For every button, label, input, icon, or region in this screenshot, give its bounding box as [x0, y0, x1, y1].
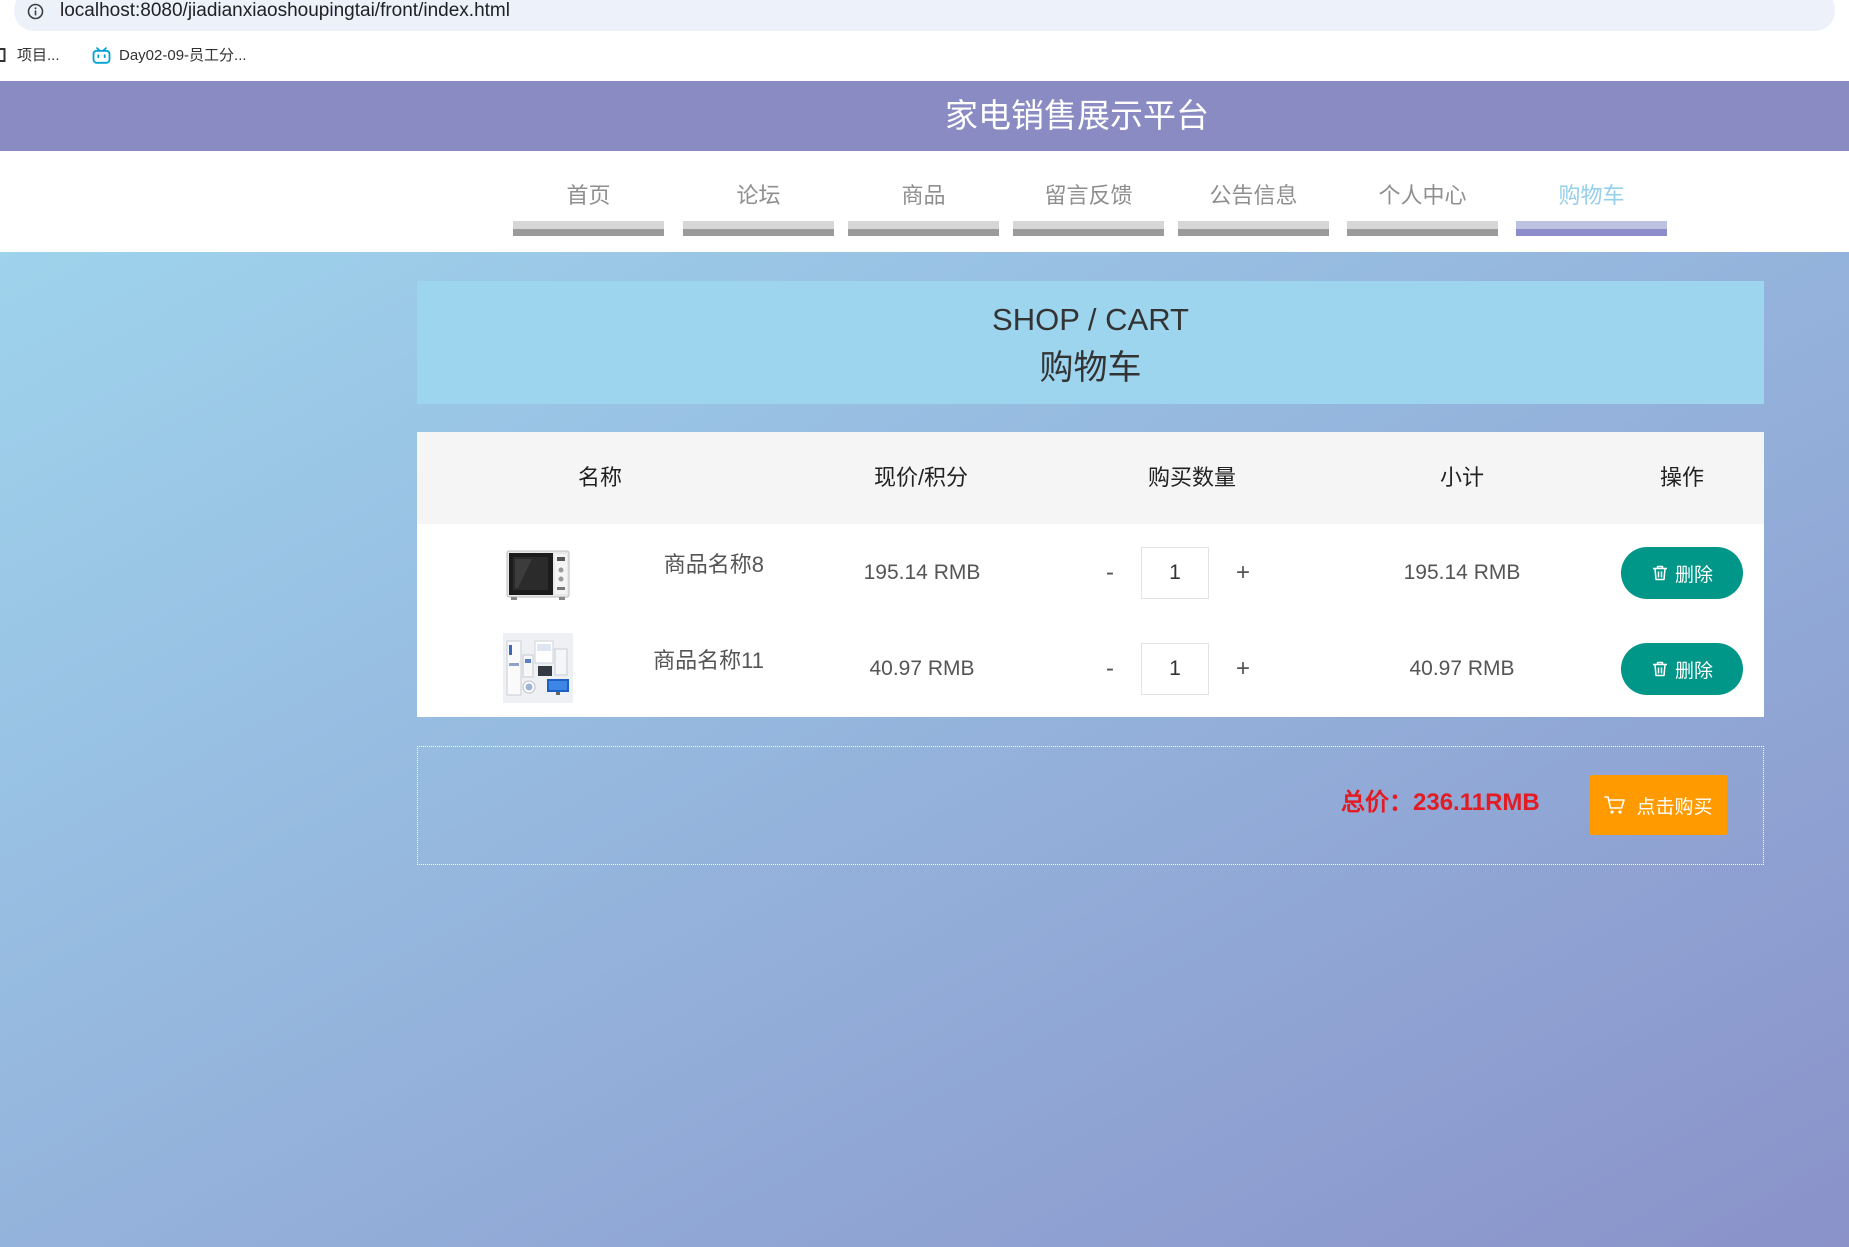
- nav-item-underline: [513, 221, 664, 236]
- nav-item-feedback[interactable]: 留言反馈: [1013, 176, 1164, 236]
- bilibili-tv-icon[interactable]: [92, 47, 111, 64]
- nav-item-cart[interactable]: 购物车: [1516, 176, 1667, 236]
- column-header-actions: 操作: [1659, 465, 1704, 490]
- buy-button[interactable]: 点击购买: [1590, 775, 1727, 835]
- nav-item-profile[interactable]: 个人中心: [1347, 176, 1498, 236]
- buy-button-label: 点击购买: [1636, 796, 1713, 818]
- table-row: 商品名称11 40.97 RMB - + 40.97 RMB 删除: [417, 620, 1764, 717]
- nav-item-announcements[interactable]: 公告信息: [1178, 176, 1329, 236]
- nav-item-home[interactable]: 首页: [513, 176, 664, 236]
- decrease-quantity-button[interactable]: -: [1098, 558, 1122, 588]
- delete-button-label: 删除: [1674, 564, 1713, 586]
- cart-icon: [1604, 796, 1626, 814]
- page-title: 购物车: [1039, 349, 1142, 387]
- nav-item-forum[interactable]: 论坛: [683, 176, 834, 236]
- bookmark-favicon-icon[interactable]: [0, 47, 7, 63]
- product-name[interactable]: 商品名称11: [614, 646, 764, 676]
- increase-quantity-button[interactable]: +: [1231, 558, 1255, 588]
- bookmarks-bar: 项目... Day02-09-员工分...: [0, 31, 1849, 81]
- product-subtotal: 40.97 RMB: [1409, 657, 1515, 680]
- table-row: 商品名称8 195.14 RMB - + 195.14 RMB 删除: [417, 524, 1764, 620]
- checkout-bar: 总价：236.11RMB 点击购买: [417, 746, 1764, 865]
- product-name[interactable]: 商品名称8: [614, 550, 764, 580]
- nav-item-underline: [1013, 221, 1164, 236]
- column-header-subtotal: 小计: [1439, 465, 1484, 490]
- nav-item-underline: [1347, 221, 1498, 236]
- nav-item-products[interactable]: 商品: [848, 176, 999, 236]
- url-text[interactable]: localhost:8080/jiadianxiaoshoupingtai/fr…: [60, 0, 510, 22]
- info-icon[interactable]: [27, 3, 44, 20]
- quantity-input[interactable]: [1141, 547, 1209, 599]
- product-image[interactable]: [503, 538, 573, 608]
- decrease-quantity-button[interactable]: -: [1098, 654, 1122, 684]
- cart-title-box: SHOP / CART 购物车: [417, 281, 1764, 404]
- page-title-english: SHOP / CART: [992, 302, 1189, 337]
- column-header-price: 现价/积分: [873, 465, 969, 490]
- nav-item-underline: [848, 221, 999, 236]
- quantity-input[interactable]: [1141, 643, 1209, 695]
- nav-item-label: 首页: [566, 183, 611, 208]
- delete-button[interactable]: 删除: [1621, 643, 1743, 695]
- nav-item-label: 论坛: [736, 183, 781, 208]
- trash-icon: [1652, 661, 1667, 677]
- product-image[interactable]: [503, 633, 573, 703]
- product-price: 40.97 RMB: [869, 657, 975, 680]
- trash-icon: [1652, 565, 1667, 581]
- column-header-quantity: 购买数量: [1147, 465, 1236, 490]
- cart-table: 名称 现价/积分 购买数量 小计 操作 商品名称8 195.14 RMB - 1…: [417, 432, 1764, 717]
- nav-item-label: 留言反馈: [1044, 183, 1133, 208]
- bookmark-item-label[interactable]: 项目...: [17, 46, 60, 65]
- delete-button-label: 删除: [1674, 660, 1713, 682]
- main-nav: 首页 论坛 商品 留言反馈 公告信息 个人中心 购物车: [0, 151, 1849, 252]
- nav-item-label: 个人中心: [1378, 183, 1467, 208]
- nav-item-label: 公告信息: [1209, 183, 1298, 208]
- total-price: 总价：236.11RMB: [1341, 789, 1540, 816]
- nav-item-underline: [683, 221, 834, 236]
- product-subtotal: 195.14 RMB: [1403, 561, 1521, 584]
- address-bar[interactable]: localhost:8080/jiadianxiaoshoupingtai/fr…: [14, 0, 1835, 31]
- site-header: 家电销售展示平台: [0, 81, 1849, 151]
- increase-quantity-button[interactable]: +: [1231, 654, 1255, 684]
- site-title: 家电销售展示平台: [945, 97, 1209, 134]
- product-price: 195.14 RMB: [863, 561, 981, 584]
- delete-button[interactable]: 删除: [1621, 547, 1743, 599]
- table-header-row: 名称 现价/积分 购买数量 小计 操作: [417, 432, 1764, 524]
- nav-item-underline: [1516, 221, 1667, 236]
- column-header-name: 名称: [577, 465, 622, 490]
- nav-item-underline: [1178, 221, 1329, 236]
- nav-item-label: 商品: [901, 183, 946, 208]
- nav-item-label: 购物车: [1558, 183, 1625, 208]
- bookmark-item-label[interactable]: Day02-09-员工分...: [119, 46, 247, 65]
